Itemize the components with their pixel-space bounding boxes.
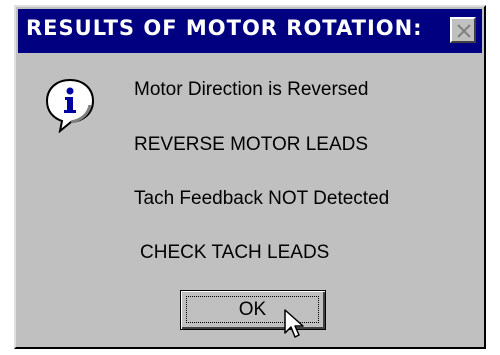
message-reverse-leads: REVERSE MOTOR LEADS <box>134 134 369 155</box>
close-button[interactable] <box>450 17 476 43</box>
information-icon <box>45 78 95 133</box>
results-dialog: RESULTS OF MOTOR ROTATION: Motor Directi… <box>14 5 486 349</box>
dialog-title: RESULTS OF MOTOR ROTATION: <box>26 16 423 40</box>
message-check-tach: CHECK TACH LEADS <box>140 242 330 263</box>
message-motor-direction: Motor Direction is Reversed <box>134 79 369 100</box>
title-bar[interactable]: RESULTS OF MOTOR ROTATION: <box>18 9 482 53</box>
ok-button-label: OK <box>238 298 267 320</box>
message-tach-feedback: Tach Feedback NOT Detected <box>134 188 390 209</box>
close-icon <box>457 24 471 38</box>
mouse-pointer-icon <box>284 309 304 338</box>
